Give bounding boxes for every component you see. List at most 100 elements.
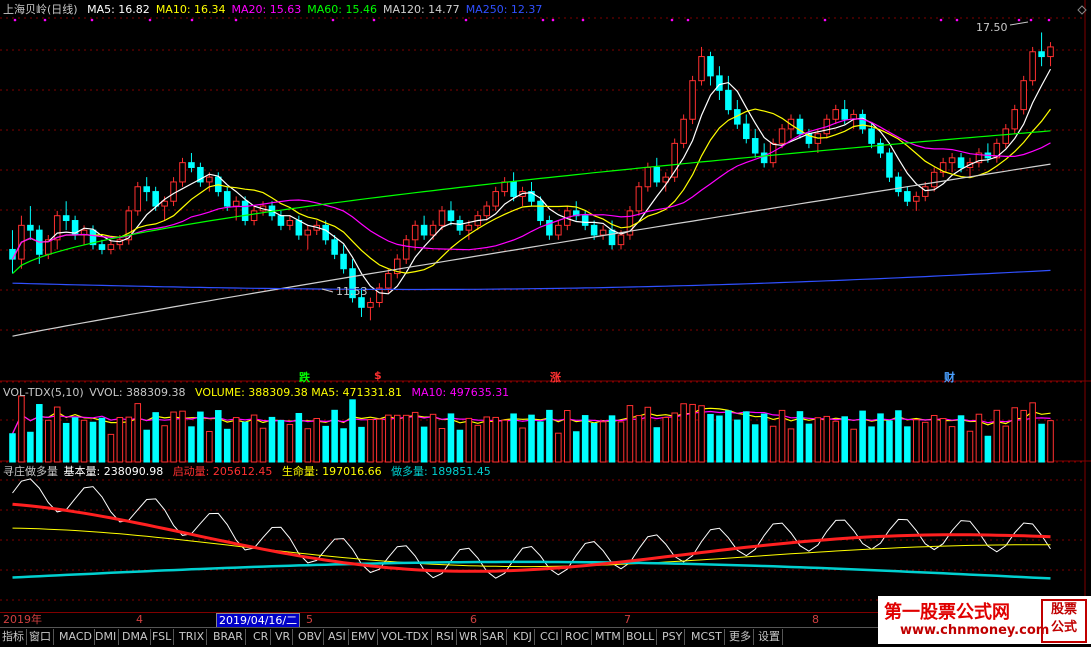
volume-bar-up [367, 419, 374, 463]
volume-bar-up [250, 414, 258, 463]
volume-bar-up [555, 432, 562, 463]
candle-down [143, 186, 150, 193]
volume-bar-down [760, 413, 768, 463]
tab-vr[interactable]: VR [273, 629, 294, 645]
candle-down [868, 128, 875, 144]
signal-dot [955, 18, 959, 22]
signal-dot [581, 18, 585, 22]
volume-bar-down [197, 411, 204, 463]
tab-emv[interactable]: EMV [349, 629, 378, 645]
volume-bar-up [232, 417, 240, 463]
volume-bar-up [823, 415, 831, 463]
volume-bar-up [778, 409, 786, 463]
signal-dot [90, 18, 94, 22]
tab-mcst[interactable]: MCST [689, 629, 725, 645]
volume-bar-down [751, 424, 759, 463]
chart-canvas[interactable] [0, 0, 1091, 646]
indicator-title[interactable]: 寻庄做多量 [3, 465, 58, 478]
tab-fsl[interactable]: FSL [150, 629, 175, 645]
tab-指标[interactable]: 指标 [0, 629, 27, 645]
signal-dot [541, 18, 545, 22]
volume-bar-up [635, 415, 643, 463]
signal-dot [1047, 18, 1051, 22]
ma-legend-item-4: MA120: 14.77 [382, 3, 460, 16]
tab-obv[interactable]: OBV [296, 629, 325, 645]
tab-sar[interactable]: SAR [480, 629, 508, 645]
tab-psy[interactable]: PSY [660, 629, 686, 645]
volume-value: VOLUME: 388309.38 [195, 386, 308, 399]
candle-up [429, 224, 437, 236]
tab-cci[interactable]: CCI [538, 629, 562, 645]
ma-legend-item-3: MA60: 15.46 [307, 3, 377, 16]
candle-down [322, 224, 329, 241]
candle-up [483, 205, 491, 217]
volume-bar-up [662, 416, 670, 463]
volume-bar-down [447, 413, 455, 463]
tab-vol-tdx[interactable]: VOL-TDX [379, 629, 432, 645]
volume-bar-up [259, 427, 267, 463]
volume-bar-down [71, 417, 79, 463]
tab-更多[interactable]: 更多 [727, 629, 754, 645]
vol-ma5-value: MA5: 471331.81 [311, 386, 402, 399]
candle-down [716, 75, 723, 91]
signal-dot [331, 18, 335, 22]
candle-up [161, 200, 168, 207]
high-arrow [1009, 21, 1029, 26]
tab-窗口[interactable]: 窗口 [27, 629, 54, 645]
candle-up [385, 273, 392, 289]
watermark-url: www.chnmoney.com [900, 623, 1050, 638]
candle-down [456, 220, 464, 231]
moving-average-lines [11, 68, 1052, 434]
volume-bar-down [716, 415, 723, 463]
candle-up [438, 210, 446, 226]
stock-title[interactable]: 上海贝岭(日线) [3, 3, 78, 16]
volume-bar-down [528, 414, 535, 463]
volume-bar-up [474, 424, 482, 463]
candle-down [751, 138, 759, 154]
tab-dma[interactable]: DMA [120, 629, 151, 645]
tab-brar[interactable]: BRAR [211, 629, 246, 645]
candle-up [107, 244, 115, 250]
volume-bar-up [814, 417, 822, 463]
tab-roc[interactable]: ROC [563, 629, 592, 645]
vol-ma10-value: MA10: 497635.31 [411, 386, 510, 399]
volume-bar-up [125, 416, 133, 463]
tab-rsi[interactable]: RSI [434, 629, 457, 645]
candlesticks [9, 32, 1054, 321]
tab-asi[interactable]: ASI [326, 629, 349, 645]
candle-down [957, 157, 965, 168]
candle-up [832, 109, 840, 120]
volume-bar-up [921, 421, 929, 463]
candle-up [232, 200, 240, 207]
volume-bar-up [483, 416, 491, 463]
candle-up [635, 186, 643, 212]
signal-dot [1029, 18, 1033, 22]
candle-down [608, 229, 616, 246]
candle-up [367, 301, 374, 308]
tab-mtm[interactable]: MTM [593, 629, 624, 645]
ma250-line [12, 269, 1051, 291]
volume-title[interactable]: VOL-TDX(5,10) [3, 386, 84, 399]
tab-macd[interactable]: MACD [57, 629, 95, 645]
signal-dot [686, 18, 690, 22]
tab-kdj[interactable]: KDJ [511, 629, 535, 645]
volume-bar-up [170, 411, 177, 463]
tab-dmi[interactable]: DMI [93, 629, 120, 645]
candle-down [725, 89, 732, 111]
candle-down [537, 200, 544, 222]
candle-up [617, 234, 625, 246]
tab-cr[interactable]: CR [251, 629, 272, 645]
signal-dot [190, 18, 194, 22]
start-value: 启动量: 205612.45 [172, 465, 273, 478]
signal-rise: 涨 [550, 371, 561, 384]
signal-dot [1017, 18, 1021, 22]
candle-up [689, 80, 696, 120]
tab-trix[interactable]: TRIX [177, 629, 208, 645]
tab-wr[interactable]: WR [457, 629, 481, 645]
tab-设置[interactable]: 设置 [756, 629, 783, 645]
volume-bar-down [707, 413, 714, 463]
candle-down [331, 239, 338, 255]
tab-boll[interactable]: BOLL [624, 629, 658, 645]
volume-bar-up [429, 413, 437, 463]
candle-down [27, 224, 34, 231]
